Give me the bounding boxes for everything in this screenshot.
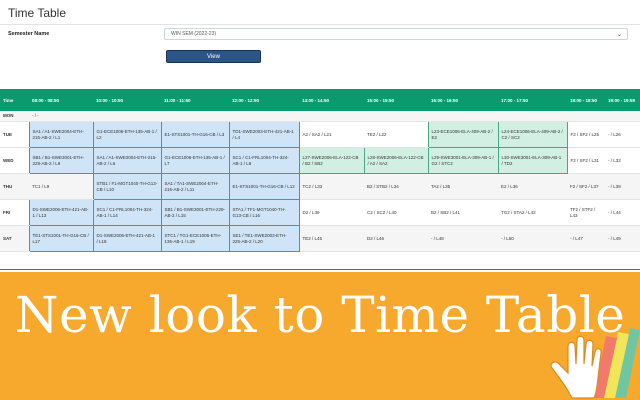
slot-cell xyxy=(229,111,299,122)
header-cell: 15:00 - 15:50 xyxy=(364,89,428,111)
header-cell: 17:00 - 17:50 xyxy=(498,89,567,111)
slot-cell xyxy=(498,111,567,122)
lab-slot-cell: L29-SWE3001-ELA-309-AB-1 / G2 / STC2 xyxy=(427,147,499,174)
theory-slot-cell: G1-ECE1006-ETH-135-AB-1 / L7 xyxy=(160,147,230,174)
day-cell: MON xyxy=(0,111,29,122)
slot-cell: B2 / SB2 / L41 xyxy=(428,199,498,226)
semester-select-value: WIN SEM (2022-23) xyxy=(171,31,217,37)
slot-cell: C2 / SC2 / L40 xyxy=(364,199,428,226)
table-row-fri: FRI D1-SWE2006-ETH-421-AB-1 / L13 SC1 / … xyxy=(0,199,640,226)
slot-cell: TE2 / L22 xyxy=(364,121,428,148)
theory-slot-cell: E1-STS1001-TH-G16-CB / L3 xyxy=(160,121,230,148)
slot-cell xyxy=(161,111,229,122)
header-cell: 08:00 - 08:50 xyxy=(29,89,93,111)
lab-slot-cell: L30-SWE3001-ELA-309-AB-1 / TD2 xyxy=(497,147,568,174)
slot-cell xyxy=(428,111,498,122)
slot-cell xyxy=(605,111,640,122)
promo-banner: New look to Time Table xyxy=(0,272,640,400)
header-cell: 12:00 - 12:50 xyxy=(229,89,299,111)
theory-slot-cell: D1-SWE2006-ETH-421-AB-1 / L13 xyxy=(28,199,94,226)
day-cell: SAT xyxy=(0,225,29,252)
slot-cell: - / L47 xyxy=(567,225,605,252)
header-cell: 14:00 - 14:50 xyxy=(299,89,364,111)
slot-cell: - / L44 xyxy=(605,199,640,226)
timetable: Time 08:00 - 08:50 10:00 - 10:50 11:00 -… xyxy=(0,89,640,252)
slot-cell xyxy=(364,111,428,122)
lab-slot-cell: L28-SWE2006-ELA-122-CB / A2 / SA2 xyxy=(363,147,429,174)
slot-cell: F2 / SF2 / L37 xyxy=(567,173,605,200)
slot-cell xyxy=(299,111,364,122)
slot-cell xyxy=(567,111,605,122)
table-bottom-border xyxy=(0,269,640,270)
slot-cell: TC1 / L9 xyxy=(29,173,93,200)
theory-slot-cell: SB1 / B1-SWE3001-ETH-229-AB-2 / L9 xyxy=(28,147,94,174)
theory-slot-cell: STC1 / TG1-ECE1006-ETH-135-AB-1 / L19 xyxy=(160,225,230,252)
slot-cell: B2 / STB2 / L34 xyxy=(364,173,428,200)
table-row-sat: SAT TE1-STS1001-TH-G16-CB / L17 D1-SWE20… xyxy=(0,225,640,252)
slot-cell: D2 / L39 xyxy=(299,199,364,226)
header-cell: 10:00 - 10:50 xyxy=(93,89,161,111)
table-row-tue: TUE SA1 / A1-SWE2004-ETH-215-AB-2 / L1 G… xyxy=(0,121,640,148)
theory-slot-cell: TE1-STS1001-TH-G16-CB / L17 xyxy=(28,225,94,252)
slot-cell: - / L26 xyxy=(605,121,640,148)
theory-slot-cell: SC1 / C1-FRL1004-TH-324-AB-1 / L14 xyxy=(92,199,162,226)
theory-slot-cell: SE1 / TE1-SWE2003-ETH-225-AB-2 / L20 xyxy=(228,225,300,252)
lab-slot-cell: L27-SWE2006-ELA-122-CB / B2 / SB2 xyxy=(298,147,365,174)
theory-slot-cell: SA1 / A1-SWE2004-ETH-215-AB-2 / L6 xyxy=(92,147,162,174)
slot-cell: E2 / L36 xyxy=(498,173,567,200)
slot-cell xyxy=(93,111,161,122)
slot-cell: - / L50 xyxy=(498,225,567,252)
slot-cell: - / L38 xyxy=(605,173,640,200)
day-cell: FRI xyxy=(0,199,29,226)
table-row-mon: MON - / - xyxy=(0,111,640,122)
chevron-down-icon: ⌄ xyxy=(616,32,622,38)
theory-slot-cell: D1-SWE2006-ETH-421-AB-1 / L18 xyxy=(92,225,162,252)
slot-cell: TC2 / L33 xyxy=(299,173,364,200)
semester-label: Semester Name xyxy=(8,31,50,37)
slot-cell: - / - xyxy=(29,111,93,122)
theory-slot-cell: STA1 / TF1-MGT1040-TH-G13-CB / L16 xyxy=(228,199,300,226)
theory-slot-cell: SA1 / TA1-SWE2004-ETH-215-AB-2 / L11 xyxy=(160,173,230,200)
view-button[interactable]: View xyxy=(166,50,261,63)
header-cell: 11:00 - 11:50 xyxy=(161,89,229,111)
day-cell: THU xyxy=(0,173,29,200)
header-cell: 18:00 - 18:50 xyxy=(567,89,605,111)
slot-cell: TG2 / STA2 / L42 xyxy=(498,199,567,226)
theory-slot-cell: SC1 / C1-FRL1004-TH-324-AB-1 / L8 xyxy=(228,147,300,174)
slot-cell: F2 / SF2 / L25 xyxy=(567,121,605,148)
slot-cell: D2 / L46 xyxy=(364,225,428,252)
day-cell: WED xyxy=(0,147,29,174)
theory-slot-cell: STB1 / F1-MGT1040-TH-G13-CB / L10 xyxy=(92,173,162,200)
title-divider xyxy=(0,24,640,25)
semester-select[interactable]: WIN SEM (2022-23) ⌄ xyxy=(164,28,628,40)
slot-cell: TF2 / STF2 / L43 xyxy=(567,199,605,226)
slot-cell: A2 / SA2 / L21 xyxy=(299,121,364,148)
table-row-thu: THU TC1 / L9 STB1 / F1-MGT1040-TH-G13-CB… xyxy=(0,173,640,200)
slot-cell: TE2 / L45 xyxy=(299,225,364,252)
header-cell: 16:00 - 16:50 xyxy=(428,89,498,111)
slot-cell: F2 / SF2 / L31 xyxy=(567,147,605,174)
slot-cell: - / L32 xyxy=(605,147,640,174)
timetable-header-row: Time 08:00 - 08:50 10:00 - 10:50 11:00 -… xyxy=(0,89,640,111)
theory-slot-cell: SA1 / A1-SWE2004-ETH-215-AB-2 / L1 xyxy=(28,121,94,148)
slot-cell: - / L48 xyxy=(428,225,498,252)
theory-slot-cell: TD1-SWE2003-ETH-421-AB-1 / L4 xyxy=(228,121,300,148)
slot-cell: TA2 / L35 xyxy=(428,173,498,200)
page-title: Time Table xyxy=(8,6,67,20)
theory-slot-cell: SB1 / B1-SWE3001-ETH-229-AB-2 / L15 xyxy=(160,199,230,226)
theory-slot-cell: G1-ECE1006-ETH-135-AB-1 / L2 xyxy=(92,121,162,148)
slot-cell: - / L49 xyxy=(605,225,640,252)
lab-slot-cell: L24-ECE1006-ELA-409-AB-2 / C2 / SC2 xyxy=(497,121,568,148)
day-cell: TUE xyxy=(0,121,29,148)
header-cell: 19:00 - 19:59 xyxy=(605,89,640,111)
lab-slot-cell: L23-ECE1006-ELA-409-AB-2 / E2 xyxy=(427,121,499,148)
header-cell: Time xyxy=(0,89,29,111)
hand-wave-icon xyxy=(550,328,640,399)
theory-slot-cell: E1-STS1001-TH-G16-CB / L12 xyxy=(228,173,300,200)
table-row-wed: WED SB1 / B1-SWE3001-ETH-229-AB-2 / L9 S… xyxy=(0,147,640,174)
